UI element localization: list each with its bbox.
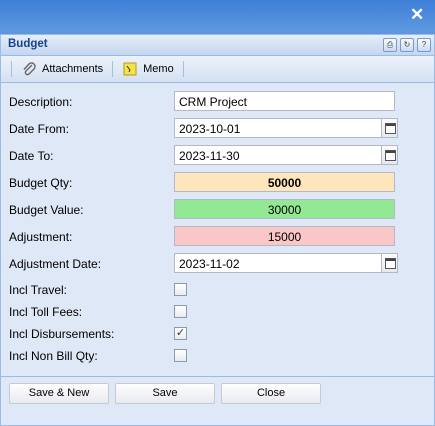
refresh-icon[interactable]: ↻	[400, 38, 414, 52]
save-button[interactable]: Save	[115, 383, 215, 404]
budget-panel: Budget ⎙ ↻ ? Attachments Memo Descriptio…	[0, 34, 435, 426]
date-from-row: Date From: 2023-10-01	[1, 118, 434, 140]
incl-disbursements-row: Incl Disbursements: ✓	[1, 326, 434, 348]
toolbar-separator	[112, 61, 114, 77]
budget-value-field[interactable]: 30000	[174, 199, 395, 219]
close-button[interactable]: Close	[221, 383, 321, 404]
incl-disbursements-checkbox[interactable]: ✓	[174, 327, 187, 340]
toolbar: Attachments Memo	[1, 56, 434, 83]
incl-non-bill-qty-checkbox[interactable]	[174, 349, 187, 362]
date-to-label: Date To:	[9, 149, 54, 163]
attachments-button[interactable]: Attachments	[16, 59, 108, 79]
incl-toll-fees-row: Incl Toll Fees:	[1, 304, 434, 326]
memo-label: Memo	[143, 63, 174, 75]
window-close-icon[interactable]: ✕	[410, 6, 424, 23]
memo-icon	[123, 62, 137, 76]
panel-header: Budget ⎙ ↻ ?	[1, 34, 434, 56]
memo-button[interactable]: Memo	[117, 59, 179, 79]
incl-non-bill-qty-row: Incl Non Bill Qty:	[1, 348, 434, 370]
paperclip-icon	[23, 62, 36, 76]
date-to-row: Date To: 2023-11-30	[1, 145, 434, 167]
incl-disbursements-label: Incl Disbursements:	[9, 327, 115, 341]
budget-qty-label: Budget Qty:	[9, 176, 73, 190]
date-from-field[interactable]: 2023-10-01	[174, 118, 382, 138]
description-field[interactable]: CRM Project	[174, 91, 395, 111]
toolbar-separator	[11, 61, 12, 77]
footer-divider	[1, 376, 434, 377]
adjustment-field[interactable]: 15000	[174, 226, 395, 246]
adjustment-date-label: Adjustment Date:	[9, 257, 102, 271]
print-icon[interactable]: ⎙	[383, 38, 397, 52]
adjustment-date-calendar-icon[interactable]	[382, 253, 398, 273]
adjustment-date-field[interactable]: 2023-11-02	[174, 253, 382, 273]
help-icon[interactable]: ?	[417, 38, 431, 52]
incl-travel-label: Incl Travel:	[9, 283, 68, 297]
description-row: Description: CRM Project	[1, 91, 434, 113]
incl-travel-row: Incl Travel:	[1, 282, 434, 304]
incl-toll-fees-checkbox[interactable]	[174, 305, 187, 318]
budget-value-row: Budget Value: 30000	[1, 199, 434, 221]
date-from-calendar-icon[interactable]	[382, 118, 398, 138]
incl-non-bill-qty-label: Incl Non Bill Qty:	[9, 349, 98, 363]
save-new-button[interactable]: Save & New	[9, 383, 109, 404]
panel-tools: ⎙ ↻ ?	[383, 38, 431, 52]
date-to-field[interactable]: 2023-11-30	[174, 145, 382, 165]
incl-toll-fees-label: Incl Toll Fees:	[9, 305, 83, 319]
budget-value-label: Budget Value:	[9, 203, 84, 217]
toolbar-separator	[182, 61, 184, 77]
adjustment-row: Adjustment: 15000	[1, 226, 434, 248]
date-to-calendar-icon[interactable]	[382, 145, 398, 165]
description-label: Description:	[9, 95, 73, 109]
window: ✕ Budget ⎙ ↻ ? Attachments Memo Descript…	[0, 0, 435, 426]
attachments-label: Attachments	[42, 63, 104, 75]
budget-qty-row: Budget Qty: 50000	[1, 172, 434, 194]
incl-travel-checkbox[interactable]	[174, 283, 187, 296]
adjustment-date-row: Adjustment Date: 2023-11-02	[1, 253, 434, 275]
date-from-label: Date From:	[9, 122, 70, 136]
budget-qty-field[interactable]: 50000	[174, 172, 395, 192]
adjustment-label: Adjustment:	[9, 230, 73, 244]
panel-title: Budget	[8, 38, 48, 50]
